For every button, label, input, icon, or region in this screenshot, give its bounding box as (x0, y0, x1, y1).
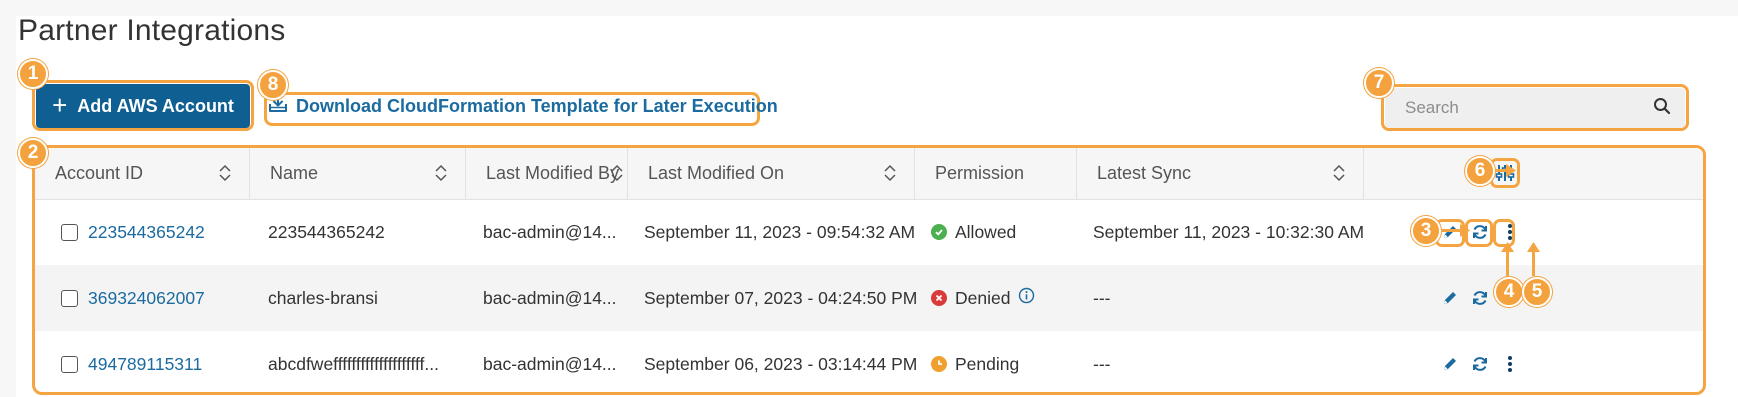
modified-on-cell: September 07, 2023 - 04:24:50 PM (644, 287, 918, 308)
latest-sync-cell: September 11, 2023 - 10:32:30 AM (1093, 221, 1365, 242)
modified-by-cell: bac-admin@14... (483, 353, 617, 374)
download-cloudformation-link[interactable]: Download CloudFormation Template for Lat… (268, 92, 778, 120)
column-label: Last Modified On (648, 163, 785, 183)
modified-on-cell: September 11, 2023 - 09:54:32 AM (644, 221, 916, 242)
column-label: Latest Sync (1097, 163, 1192, 183)
check-circle-icon (931, 224, 947, 240)
name-cell: abcdfweffffffffffffffffffff... (268, 353, 440, 374)
annotation-badge-3: 3 (1411, 216, 1441, 246)
name-cell: charles-bransi (268, 287, 378, 308)
column-header-name[interactable]: Name (250, 148, 466, 199)
search-icon[interactable] (1653, 97, 1671, 120)
modified-on-cell: September 06, 2023 - 03:14:44 PM (644, 353, 918, 374)
row-actions (1438, 331, 1522, 392)
column-header-last-modified-by[interactable]: Last Modified By (466, 148, 628, 199)
account-id-cell: 494789115311 (61, 331, 202, 392)
permission-status: Pending (955, 353, 1020, 374)
column-label: Last Modified By (486, 163, 620, 183)
table-header: Account ID Name Last Modified By Last Mo… (35, 148, 1703, 200)
pencil-icon[interactable] (1438, 352, 1462, 376)
annotation-badge-4: 4 (1494, 277, 1524, 307)
search-box (1385, 88, 1685, 128)
column-header-last-modified-on[interactable]: Last Modified On (628, 148, 915, 199)
annotation-badge-6: 6 (1465, 156, 1495, 186)
add-aws-account-label: Add AWS Account (77, 95, 234, 116)
permission-cell: Allowed (931, 199, 1016, 265)
arrowhead-icon (1506, 164, 1516, 177)
kebab-menu-icon[interactable] (1498, 352, 1522, 376)
annotation-badge-8: 8 (258, 70, 288, 100)
table-row: 494789115311 abcdfweffffffffffffffffffff… (35, 331, 1703, 392)
error-circle-icon (931, 290, 947, 306)
annotation-badge-5: 5 (1522, 277, 1552, 307)
arrowhead-icon (1527, 242, 1540, 252)
account-id-cell: 223544365242 (61, 199, 205, 265)
annotation-badge-2: 2 (18, 138, 48, 168)
add-aws-account-button[interactable]: + Add AWS Account (36, 84, 250, 128)
download-link-label: Download CloudFormation Template for Lat… (296, 95, 778, 116)
annotation-badge-7: 7 (1364, 68, 1394, 98)
column-header-permission: Permission (915, 148, 1077, 199)
permission-cell: Pending (931, 331, 1020, 392)
column-header-account-id[interactable]: Account ID (35, 148, 250, 199)
table-row: 369324062007 charles-bransi bac-admin@14… (35, 265, 1703, 331)
account-id-cell: 369324062007 (61, 265, 205, 331)
permission-status: Denied (955, 287, 1011, 308)
search-input[interactable] (1403, 97, 1653, 119)
clock-circle-icon (931, 356, 947, 372)
row-checkbox[interactable] (61, 289, 78, 307)
modified-by-cell: bac-admin@14... (483, 287, 617, 308)
column-header-latest-sync[interactable]: Latest Sync (1077, 148, 1364, 199)
sort-icon[interactable] (1333, 164, 1345, 182)
sort-icon[interactable] (611, 164, 623, 182)
row-checkbox[interactable] (61, 223, 78, 241)
arrowhead-icon (1501, 242, 1514, 252)
permission-cell: Denied (931, 265, 1035, 331)
annotation-badge-1: 1 (18, 59, 48, 89)
accounts-table: Account ID Name Last Modified By Last Mo… (32, 145, 1706, 395)
sort-icon[interactable] (219, 164, 231, 182)
column-label: Account ID (55, 163, 144, 183)
sort-icon[interactable] (435, 164, 447, 182)
latest-sync-cell: --- (1093, 287, 1111, 308)
modified-by-cell: bac-admin@14... (483, 221, 617, 242)
plus-icon: + (52, 90, 68, 120)
permission-status: Allowed (955, 221, 1017, 242)
info-icon[interactable] (1018, 287, 1035, 309)
page-title: Partner Integrations (18, 14, 286, 47)
account-id-link[interactable]: 223544365242 (88, 222, 205, 243)
pencil-icon[interactable] (1438, 286, 1462, 310)
account-id-link[interactable]: 494789115311 (88, 354, 202, 375)
latest-sync-cell: --- (1093, 353, 1111, 374)
refresh-icon[interactable] (1468, 286, 1492, 310)
table-row: 223544365242 223544365242 bac-admin@14..… (35, 199, 1703, 265)
column-label: Name (270, 163, 319, 183)
refresh-icon[interactable] (1468, 352, 1492, 376)
row-checkbox[interactable] (61, 355, 78, 373)
account-id-link[interactable]: 369324062007 (88, 288, 205, 309)
sort-icon[interactable] (884, 164, 896, 182)
name-cell: 223544365242 (268, 221, 385, 242)
arrowhead-icon (1460, 224, 1470, 237)
column-label: Permission (935, 163, 1025, 183)
